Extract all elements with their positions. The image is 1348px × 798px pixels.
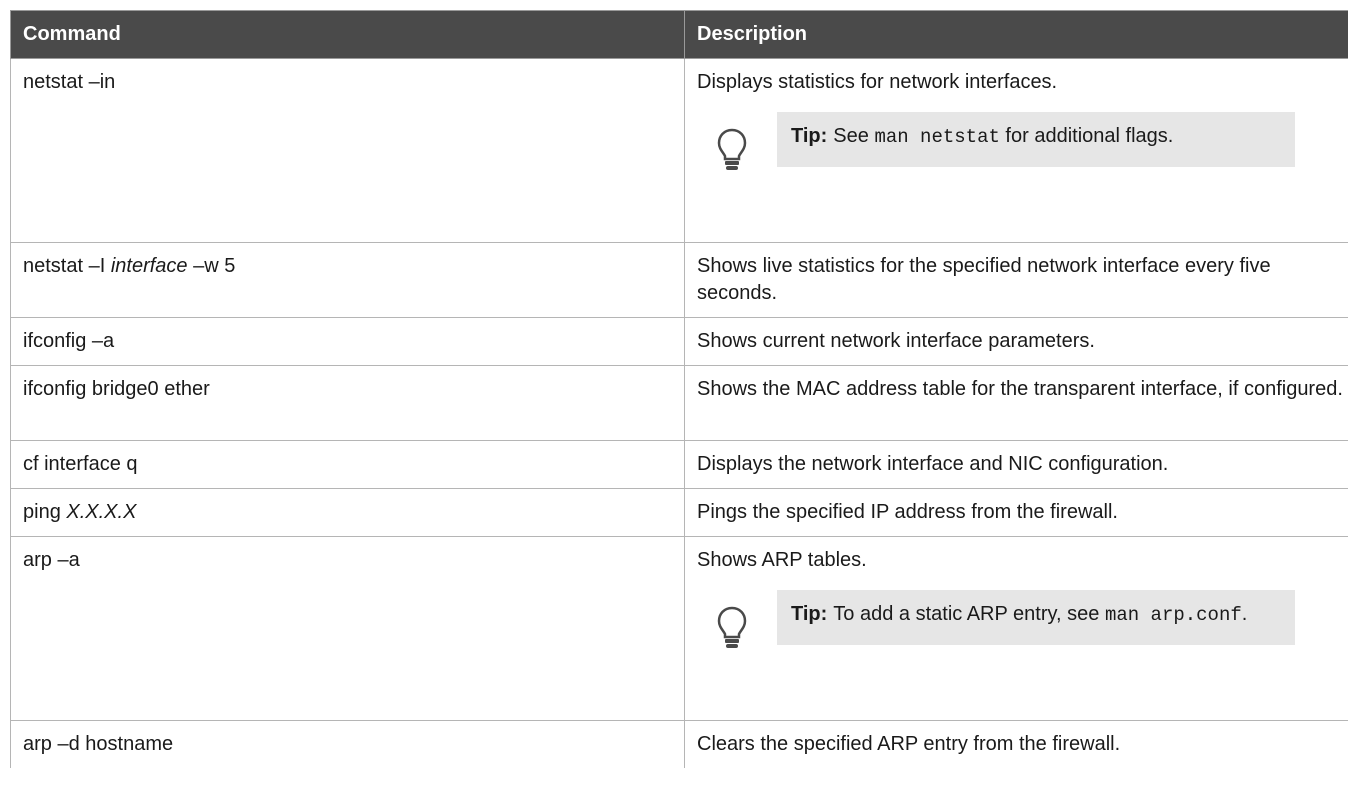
table-row: ping X.X.X.X Pings the specified IP addr… [10, 488, 1348, 537]
tip-text-end: . [1241, 603, 1248, 625]
table-row: ifconfig bridge0 ether Shows the MAC add… [10, 365, 1348, 441]
command-table: Command Description netstat –in Displays… [10, 10, 1348, 768]
tip-label: Tip: [791, 125, 828, 147]
table-row: arp –a Shows ARP tables. Tip: To add a st… [10, 536, 1348, 721]
command-text-end: –w 5 [187, 255, 236, 277]
tip-box: Tip: To add a static ARP entry, see man a… [777, 590, 1295, 645]
tip-text: To add a static ARP entry, see [833, 603, 1105, 625]
command-text: cf interface q [23, 453, 138, 475]
table-row: ifconfig –a Shows current network interf… [10, 317, 1348, 366]
command-text: netstat –I [23, 255, 111, 277]
command-cell: netstat –in [10, 58, 685, 243]
table-row: netstat –I interface –w 5 Shows live sta… [10, 242, 1348, 318]
table-row: arp –d hostname Clears the specified ARP… [10, 720, 1348, 768]
command-cell: ping X.X.X.X [10, 488, 685, 537]
command-cell: netstat –I interface –w 5 [10, 242, 685, 318]
description-cell: Displays the network interface and NIC c… [684, 440, 1348, 489]
table-header-row: Command Description [10, 10, 1348, 59]
description-cell: Clears the specified ARP entry from the … [684, 720, 1348, 768]
description-cell: Displays statistics for network interfac… [684, 58, 1348, 243]
description-cell: Shows current network interface paramete… [684, 317, 1348, 366]
lightbulb-icon [717, 128, 747, 170]
tip-code: man netstat [874, 126, 1000, 148]
description-text: Shows ARP tables. [697, 549, 867, 571]
command-text: ifconfig –a [23, 330, 115, 352]
tip-text-end: for additional flags. [999, 125, 1174, 147]
command-text: arp –a [23, 549, 80, 571]
column-header-description: Description [684, 10, 1348, 59]
tip-note: Tip: See man netstat for additional flags… [697, 112, 1344, 172]
command-param: X.X.X.X [66, 501, 137, 523]
table-row: netstat –in Displays statistics for netw… [10, 58, 1348, 243]
tip-box: Tip: See man netstat for additional flags… [777, 112, 1295, 167]
command-cell: cf interface q [10, 440, 685, 489]
description-cell: Shows the MAC address table for the tran… [684, 365, 1348, 441]
command-text: ping [23, 501, 67, 523]
command-text: ifconfig bridge0 ether [23, 378, 210, 400]
command-cell: arp –d hostname [10, 720, 685, 768]
command-cell: arp –a [10, 536, 685, 721]
command-param: interface [110, 255, 188, 277]
tip-code: man arp.conf [1104, 604, 1242, 626]
command-text: arp –d hostname [23, 733, 174, 755]
command-text: netstat –in [23, 71, 116, 93]
tip-text: See [833, 125, 875, 147]
description-cell: Shows ARP tables. Tip: To add a static AR… [684, 536, 1348, 721]
command-cell: ifconfig bridge0 ether [10, 365, 685, 441]
description-text: Displays statistics for network interfac… [697, 71, 1058, 93]
tip-label: Tip: [791, 603, 828, 625]
column-header-command: Command [10, 10, 685, 59]
command-cell: ifconfig –a [10, 317, 685, 366]
table-row: cf interface q Displays the network inte… [10, 440, 1348, 489]
lightbulb-icon [717, 606, 747, 648]
tip-note: Tip: To add a static ARP entry, see man a… [697, 590, 1344, 650]
description-cell: Shows live statistics for the specified … [684, 242, 1348, 318]
description-cell: Pings the specified IP address from the … [684, 488, 1348, 537]
